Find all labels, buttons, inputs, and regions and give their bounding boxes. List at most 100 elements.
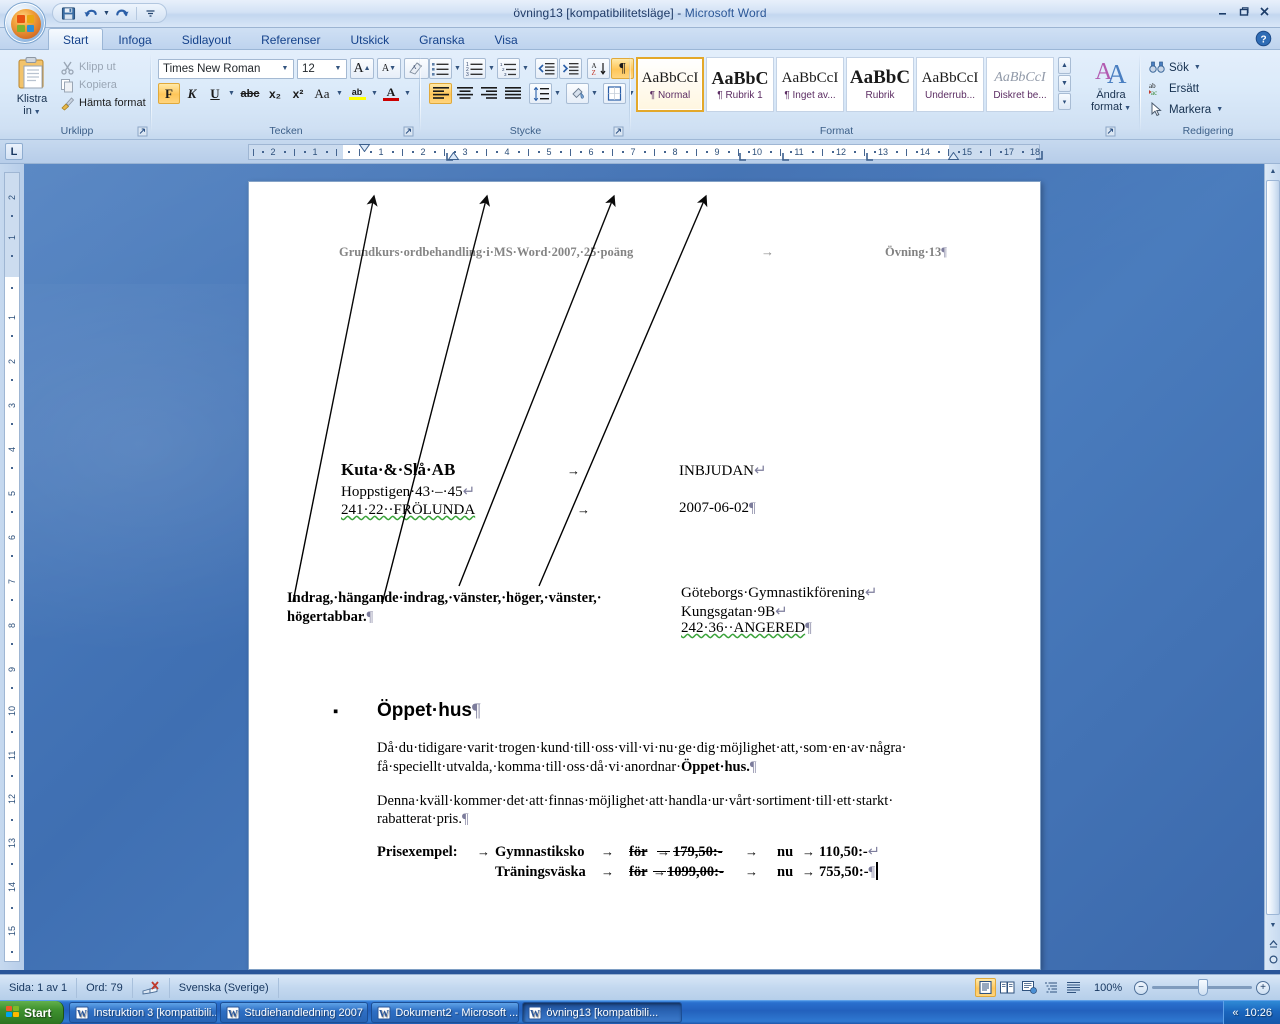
zoom-level-label[interactable]: 100% <box>1094 982 1124 994</box>
font-name-combo[interactable]: Times New Roman ▼ <box>158 58 294 79</box>
outline-view-button[interactable] <box>1041 978 1062 997</box>
superscript-button[interactable]: x² <box>287 83 309 104</box>
copy-button[interactable]: Kopiera <box>60 76 146 94</box>
grow-font-button[interactable]: A ▲ <box>350 58 374 79</box>
draft-view-button[interactable] <box>1063 978 1084 997</box>
first-line-indent-marker[interactable] <box>358 143 371 155</box>
zoom-thumb[interactable] <box>1198 979 1208 996</box>
zoom-slider[interactable]: − + <box>1134 979 1270 996</box>
bullets-dropdown-icon[interactable]: ▼ <box>453 65 462 72</box>
line-spacing-dropdown-icon[interactable]: ▼ <box>553 90 562 97</box>
clock[interactable]: 10:26 <box>1244 1007 1272 1019</box>
borders-button[interactable] <box>603 83 626 104</box>
customize-icon[interactable] <box>141 5 160 22</box>
multilevel-dropdown-icon[interactable]: ▼ <box>521 65 530 72</box>
find-button[interactable]: Sök ▼ <box>1149 57 1224 78</box>
horizontal-ruler[interactable]: 2 1 1 2 3 4 5 6 7 8 9 10 11 12 13 14 15 … <box>248 143 1043 161</box>
status-proofing[interactable] <box>133 977 170 998</box>
style-rubrik-1[interactable]: AaBbC ¶ Rubrik 1 <box>706 57 774 112</box>
increase-indent-button[interactable] <box>559 58 582 79</box>
paragraph-dialog-launcher[interactable] <box>613 126 624 137</box>
next-page-button[interactable] <box>1266 956 1280 970</box>
taskbar-item-instruktion[interactable]: W Instruktion 3 [kompatibili... <box>69 1002 218 1023</box>
styles-more-button[interactable]: ▾ <box>1058 93 1071 110</box>
select-button[interactable]: Markera ▼ <box>1149 99 1224 120</box>
tab-referenser[interactable]: Referenser <box>246 28 335 50</box>
tab-utskick[interactable]: Utskick <box>335 28 404 50</box>
align-center-button[interactable] <box>453 83 476 104</box>
cut-button[interactable]: Klipp ut <box>60 58 146 76</box>
tab-granska[interactable]: Granska <box>404 28 479 50</box>
replace-button[interactable]: ab ac Ersätt <box>1149 78 1224 99</box>
scroll-down-button[interactable]: ▼ <box>1266 918 1280 932</box>
numbering-button[interactable]: 1 2 3 <box>463 58 486 79</box>
styles-scroll-down-button[interactable]: ▼ <box>1058 75 1071 92</box>
start-button[interactable]: Start <box>0 1000 65 1024</box>
shading-dropdown-icon[interactable]: ▼ <box>590 90 599 97</box>
zoom-in-button[interactable]: + <box>1256 980 1270 995</box>
tab-stop-marker[interactable] <box>866 152 874 164</box>
status-word-count[interactable]: Ord: 79 <box>77 977 133 998</box>
web-layout-view-button[interactable] <box>1019 978 1040 997</box>
shading-button[interactable] <box>566 83 589 104</box>
line-spacing-button[interactable] <box>529 83 552 104</box>
tab-stop-marker[interactable] <box>782 152 790 164</box>
align-right-button[interactable] <box>477 83 500 104</box>
full-screen-reading-view-button[interactable] <box>997 978 1018 997</box>
status-page-indicator[interactable]: Sida: 1 av 1 <box>0 977 78 998</box>
align-left-button[interactable] <box>429 83 452 104</box>
underline-button[interactable]: U <box>204 83 226 104</box>
underline-dropdown-icon[interactable]: ▼ <box>227 90 236 97</box>
styles-scroll-up-button[interactable]: ▲ <box>1058 57 1071 74</box>
format-painter-button[interactable]: Hämta format <box>60 94 146 112</box>
restore-icon[interactable] <box>1234 3 1253 20</box>
taskbar-item-studiehandledning[interactable]: W Studiehandledning 2007 ... <box>220 1002 369 1023</box>
bold-button[interactable]: F <box>158 83 180 104</box>
tab-stop-marker[interactable] <box>739 152 747 164</box>
find-dropdown-icon[interactable]: ▼ <box>1193 64 1202 71</box>
tray-expand-button[interactable]: « <box>1232 1007 1238 1019</box>
tab-visa[interactable]: Visa <box>480 28 533 50</box>
help-icon[interactable]: ? <box>1255 30 1272 47</box>
undo-dropdown-icon[interactable]: ▼ <box>103 10 110 17</box>
status-language[interactable]: Svenska (Sverige) <box>170 977 279 998</box>
change-case-button[interactable]: Aa <box>310 83 334 104</box>
styles-dialog-launcher[interactable] <box>1105 126 1116 137</box>
zoom-out-button[interactable]: − <box>1134 980 1148 995</box>
paste-button[interactable]: Klistra in ▼ <box>8 56 56 119</box>
bullets-button[interactable] <box>429 58 452 79</box>
right-indent-marker[interactable] <box>947 151 960 164</box>
sort-button[interactable]: A Z <box>587 58 610 79</box>
tab-start[interactable]: Start <box>48 28 104 50</box>
font-color-button[interactable]: A <box>380 83 402 104</box>
tab-sidlayout[interactable]: Sidlayout <box>167 28 246 50</box>
print-layout-view-button[interactable] <box>975 978 996 997</box>
zoom-track[interactable] <box>1152 979 1252 996</box>
highlight-button[interactable]: ab <box>345 83 369 104</box>
close-icon[interactable] <box>1255 3 1274 20</box>
taskbar-item-ovning13[interactable]: W övning13 [kompatibili... <box>522 1002 683 1023</box>
font-dialog-launcher[interactable] <box>403 126 414 137</box>
undo-icon[interactable] <box>81 5 100 22</box>
style-normal[interactable]: AaBbCcI ¶ Normal <box>636 57 704 112</box>
scroll-up-button[interactable]: ▲ <box>1266 164 1280 178</box>
multilevel-list-button[interactable]: 1 2 3 <box>497 58 520 79</box>
document-page[interactable]: Grundkurs·ordbehandling·i·MS·Word·2007,·… <box>248 181 1041 970</box>
font-size-combo[interactable]: 12 ▼ <box>297 58 347 79</box>
italic-button[interactable]: K <box>181 83 203 104</box>
justify-button[interactable] <box>501 83 524 104</box>
subscript-button[interactable]: x₂ <box>264 83 286 104</box>
redo-icon[interactable] <box>113 5 132 22</box>
change-case-dropdown-icon[interactable]: ▼ <box>335 90 344 97</box>
tab-infoga[interactable]: Infoga <box>103 28 166 50</box>
vertical-scrollbar[interactable]: ▲ ▼ <box>1264 164 1280 970</box>
change-styles-button[interactable]: A A Ändra format ▼ <box>1079 57 1143 115</box>
vertical-ruler[interactable]: 2 1 1 2 3 4 5 6 7 8 9 10 11 12 13 14 15 <box>4 172 20 962</box>
style-diskret-betoning[interactable]: AaBbCcI Diskret be... <box>986 57 1054 112</box>
style-rubrik[interactable]: AaBbC Rubrik <box>846 57 914 112</box>
hanging-indent-marker[interactable] <box>447 151 460 164</box>
font-color-dropdown-icon[interactable]: ▼ <box>403 90 412 97</box>
clipboard-dialog-launcher[interactable] <box>137 126 148 137</box>
save-icon[interactable] <box>59 5 78 22</box>
select-dropdown-icon[interactable]: ▼ <box>1215 106 1224 113</box>
